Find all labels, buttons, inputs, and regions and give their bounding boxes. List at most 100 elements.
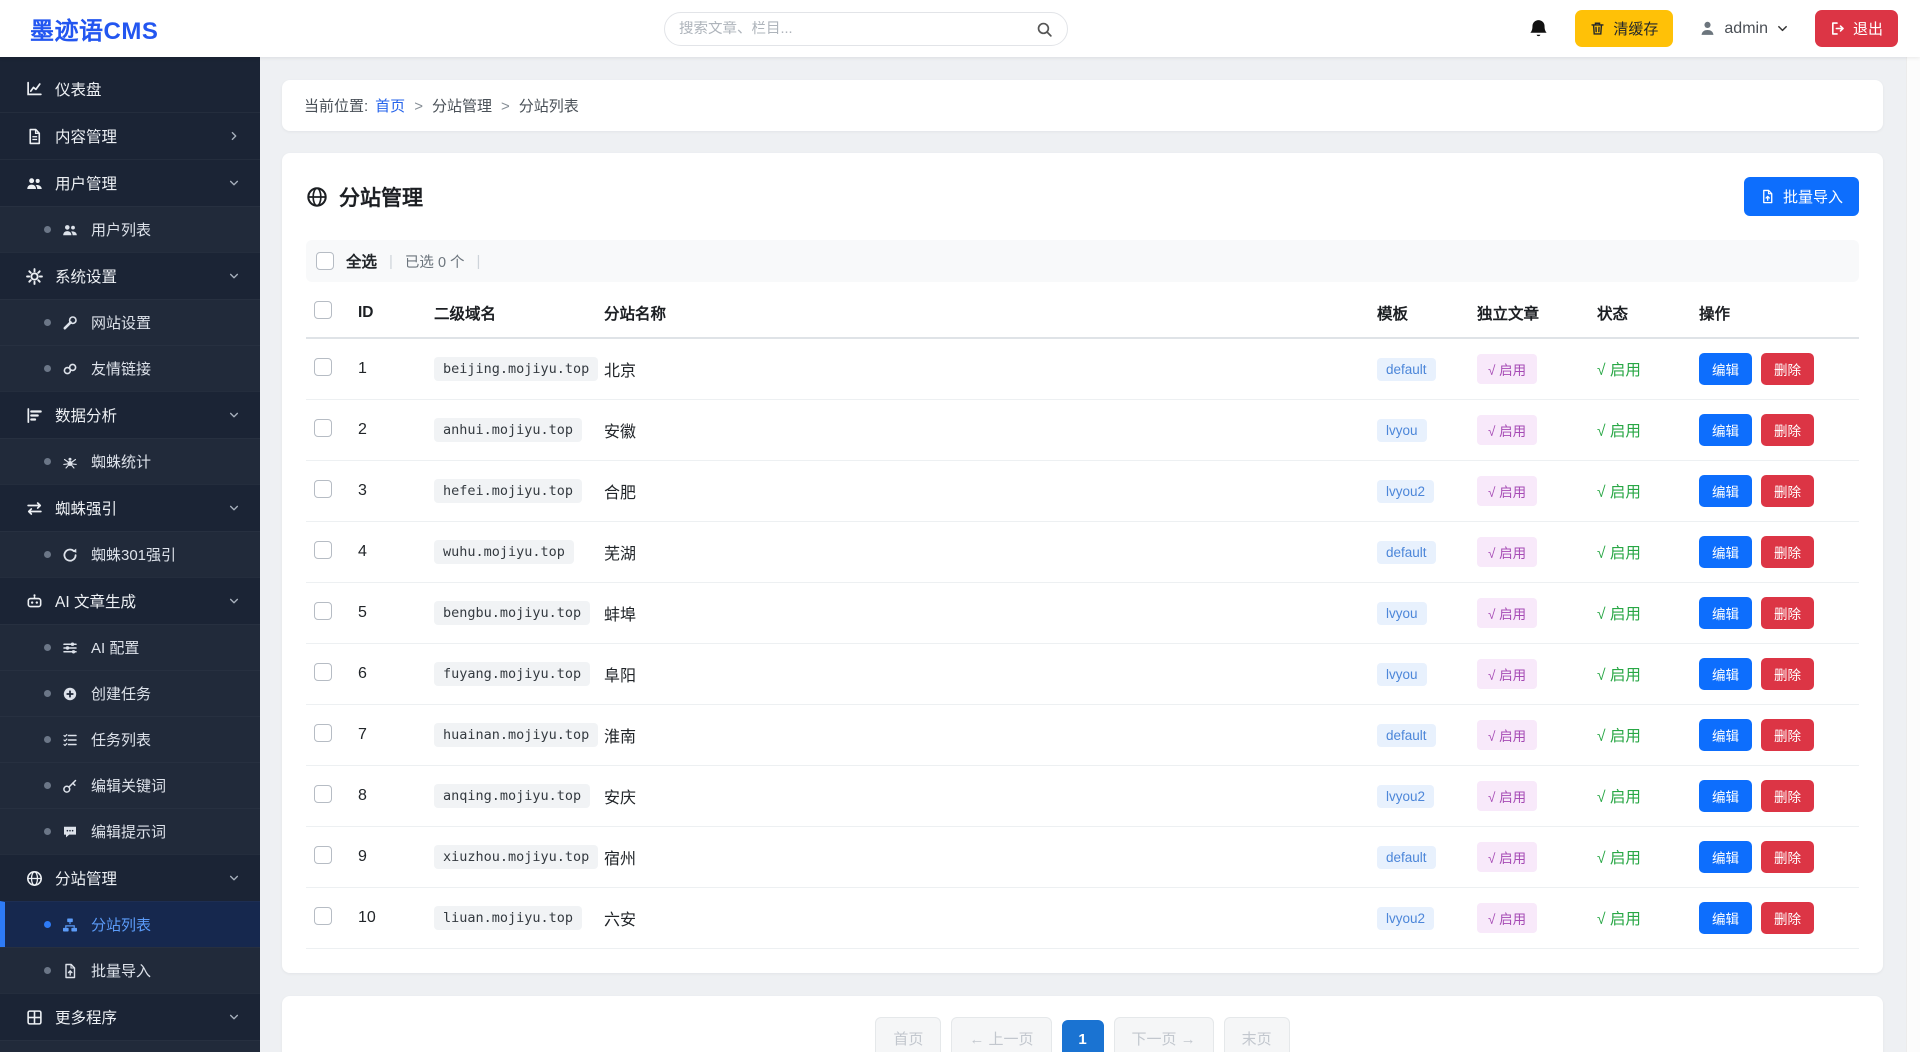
pagination: 首页← 上一页1下一页 →末页 第 1 页, 共 1 页, 总计 10 个分站 … <box>282 996 1883 1052</box>
edit-button[interactable]: 编辑 <box>1699 658 1752 690</box>
sidebar-item[interactable]: 任务列表 <box>0 716 260 762</box>
chevron-down-icon <box>228 595 240 607</box>
sidebar-item[interactable]: 蜘蛛301强引 <box>0 531 260 577</box>
edit-button[interactable]: 编辑 <box>1699 353 1752 385</box>
sidebar-item[interactable]: 用户列表 <box>0 206 260 252</box>
grid-icon <box>26 1009 43 1026</box>
sidebar-item-label: 编辑关键词 <box>91 778 167 795</box>
pagination-button[interactable]: 末页 <box>1223 1017 1290 1052</box>
delete-button[interactable]: 删除 <box>1761 841 1814 873</box>
table-header-row: ID 二级域名 分站名称 模板 独立文章 状态 操作 <box>306 288 1859 339</box>
sidebar-item[interactable]: 批量导入 <box>0 947 260 993</box>
row-checkbox[interactable] <box>314 479 332 498</box>
cell-name: 阜阳 <box>596 643 1369 705</box>
delete-button[interactable]: 删除 <box>1761 597 1814 629</box>
edit-button[interactable]: 编辑 <box>1699 414 1752 446</box>
row-checkbox[interactable] <box>314 601 332 620</box>
sidebar-item[interactable]: 蜘蛛强引 <box>0 484 260 531</box>
sidebar-item[interactable]: 更多程序 <box>0 993 260 1040</box>
bullet-icon <box>44 458 51 465</box>
row-checkbox[interactable] <box>314 418 332 437</box>
sidebar-item[interactable]: 用户管理 <box>0 159 260 206</box>
edit-button[interactable]: 编辑 <box>1699 536 1752 568</box>
row-checkbox[interactable] <box>314 540 332 559</box>
domain-chip: wuhu.mojiyu.top <box>434 540 574 564</box>
edit-button[interactable]: 编辑 <box>1699 902 1752 934</box>
header-select-checkbox[interactable] <box>314 301 332 319</box>
trash-icon <box>1590 21 1605 36</box>
edit-button[interactable]: 编辑 <box>1699 475 1752 507</box>
select-all-label[interactable]: 全选 <box>346 250 377 272</box>
edit-button[interactable]: 编辑 <box>1699 597 1752 629</box>
row-checkbox[interactable] <box>314 723 332 742</box>
sidebar-item[interactable]: 编辑提示词 <box>0 808 260 854</box>
row-checkbox[interactable] <box>314 662 332 681</box>
article-enabled-chip: √ 启用 <box>1477 598 1538 628</box>
search-input[interactable] <box>679 21 1036 37</box>
row-checkbox[interactable] <box>314 906 332 925</box>
cell-name: 安徽 <box>596 399 1369 461</box>
delete-button[interactable]: 删除 <box>1761 475 1814 507</box>
cell-id: 8 <box>350 765 426 827</box>
domain-chip: bengbu.mojiyu.top <box>434 601 591 625</box>
sidebar-item[interactable]: AI 文章生成 <box>0 577 260 624</box>
select-all-checkbox[interactable] <box>316 252 334 270</box>
user-menu[interactable]: admin <box>1699 20 1789 38</box>
sidebar-item[interactable]: 系统设置 <box>0 252 260 299</box>
sliders-icon <box>62 640 78 656</box>
bullet-icon <box>44 782 51 789</box>
delete-button[interactable]: 删除 <box>1761 902 1814 934</box>
edit-button[interactable]: 编辑 <box>1699 719 1752 751</box>
scrollbar-track[interactable] <box>1906 0 1920 1052</box>
main-content: 当前位置: 首页 > 分站管理 > 分站列表 分站管理 批量导入 全选 | 已选 0 个 … <box>260 57 1920 1052</box>
pagination-current-page[interactable]: 1 <box>1061 1020 1104 1052</box>
sidebar-item[interactable]: 蜘蛛统计 <box>0 438 260 484</box>
delete-button[interactable]: 删除 <box>1761 414 1814 446</box>
col-header-domain: 二级域名 <box>426 288 596 339</box>
pagination-button[interactable]: ← 上一页 <box>951 1017 1052 1052</box>
bell-icon[interactable] <box>1528 18 1549 39</box>
username-label: admin <box>1724 19 1768 37</box>
page-title: 分站管理 <box>339 186 423 210</box>
sidebar-item[interactable]: 仪表盘 <box>0 65 260 112</box>
edit-button[interactable]: 编辑 <box>1699 841 1752 873</box>
sidebar-item[interactable]: 分站管理 <box>0 854 260 901</box>
sidebar-item[interactable]: 数据分析 <box>0 391 260 438</box>
bullet-icon <box>44 828 51 835</box>
sidebar-item[interactable]: 内容管理 <box>0 112 260 159</box>
logout-button[interactable]: 退出 <box>1814 10 1898 47</box>
sidebar-item-label: 编辑提示词 <box>91 824 167 841</box>
sidebar-item-label: 任务列表 <box>91 732 152 749</box>
sidebar-item[interactable]: 编辑关键词 <box>0 762 260 808</box>
delete-button[interactable]: 删除 <box>1761 353 1814 385</box>
edit-button[interactable]: 编辑 <box>1699 780 1752 812</box>
search-icon[interactable] <box>1036 21 1053 38</box>
breadcrumb-item[interactable]: 首页 <box>375 98 405 115</box>
sidebar-item[interactable]: 友情链接 <box>0 345 260 391</box>
breadcrumb-item: 分站列表 <box>518 98 579 115</box>
table-row: 3 hefei.mojiyu.top 合肥 lvyou2 √ 启用 √ 启用 编辑 删除 <box>306 460 1859 522</box>
batch-import-button[interactable]: 批量导入 <box>1743 177 1859 216</box>
sidebar-item[interactable]: AI 配置 <box>0 624 260 670</box>
status-enabled: √ 启用 <box>1597 728 1641 745</box>
bullet-icon <box>44 967 51 974</box>
template-chip: lvyou <box>1377 418 1427 442</box>
sidebar-item[interactable]: 分站列表 <box>0 901 260 947</box>
delete-button[interactable]: 删除 <box>1761 780 1814 812</box>
row-checkbox[interactable] <box>314 845 332 864</box>
row-checkbox[interactable] <box>314 784 332 803</box>
delete-button[interactable]: 删除 <box>1761 536 1814 568</box>
sidebar-item[interactable]: 创建任务 <box>0 670 260 716</box>
sidebar-item[interactable]: 网站设置 <box>0 299 260 345</box>
app-logo[interactable]: 墨迹语CMS <box>30 11 158 46</box>
article-enabled-chip: √ 启用 <box>1477 903 1538 933</box>
row-checkbox[interactable] <box>314 357 332 376</box>
pagination-button[interactable]: 下一页 → <box>1113 1017 1214 1052</box>
pagination-button[interactable]: 首页 <box>875 1017 942 1052</box>
clear-cache-button[interactable]: 清缓存 <box>1575 10 1674 47</box>
sidebar-item[interactable]: 更多程序列表 <box>0 1040 260 1052</box>
sidebar-nav: 仪表盘 内容管理 用户管理 用户列表 系统设置 网站设置 友情链接 数据分析 蜘蛛统计 蜘蛛强引蜘… <box>0 57 260 1052</box>
delete-button[interactable]: 删除 <box>1761 719 1814 751</box>
delete-button[interactable]: 删除 <box>1761 658 1814 690</box>
bullet-icon <box>44 690 51 697</box>
